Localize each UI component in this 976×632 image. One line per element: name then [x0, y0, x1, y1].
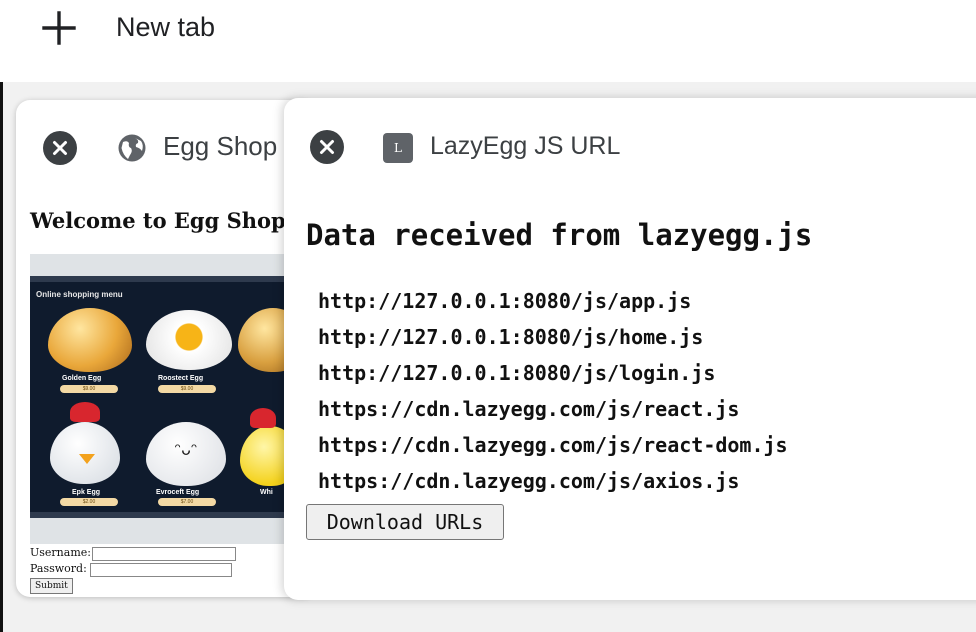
tab-card-egg-shop[interactable]: Egg Shop Welcome to Egg Shop Online shop…: [16, 100, 316, 597]
price-tag: $7.00: [158, 498, 216, 506]
new-tab-button[interactable]: New tab: [116, 12, 215, 43]
tab-title-egg-shop: Egg Shop: [163, 131, 278, 161]
product-name: Whi: [260, 489, 273, 496]
plus-icon[interactable]: [42, 11, 76, 45]
price-tag: $9.00: [60, 385, 118, 393]
page-heading: Welcome to Egg Shop: [30, 208, 286, 233]
download-urls-button[interactable]: Download URLs: [306, 504, 504, 540]
submit-button[interactable]: Submit: [30, 578, 73, 594]
close-icon[interactable]: [43, 131, 77, 165]
username-label: Username:: [30, 546, 91, 559]
url-item: https://cdn.lazyegg.com/js/axios.js: [318, 469, 740, 493]
chick-beak-image: [79, 454, 95, 464]
window-edge: [0, 0, 3, 632]
site-favicon-icon: L: [383, 133, 413, 163]
fried-egg-image: [146, 310, 232, 370]
chick-egg-image: [50, 422, 120, 484]
golden-egg-image: [48, 308, 132, 372]
page-heading: Data received from lazyegg.js: [306, 218, 813, 252]
url-item: http://127.0.0.1:8080/js/home.js: [318, 325, 704, 349]
username-input[interactable]: [92, 547, 236, 561]
egg-face-image: ᵔᴗᵔ: [174, 440, 198, 459]
menu-label: Online shopping menu: [36, 290, 123, 299]
url-item: http://127.0.0.1:8080/js/login.js: [318, 361, 716, 385]
price-tag: $9.00: [158, 385, 216, 393]
product-name: Roostect Egg: [158, 375, 204, 382]
product-name: Golden Egg: [62, 375, 102, 382]
chick-crest-image: [70, 402, 100, 422]
password-input[interactable]: [90, 563, 232, 577]
product-name: Evroceft Egg: [156, 489, 200, 496]
globe-icon: [117, 133, 147, 163]
url-item: http://127.0.0.1:8080/js/app.js: [318, 289, 692, 313]
tab-switcher-toolbar: New tab: [0, 0, 976, 82]
url-item: https://cdn.lazyegg.com/js/react-dom.js: [318, 433, 788, 457]
url-item: https://cdn.lazyegg.com/js/react.js: [318, 397, 740, 421]
tab-title-lazyegg: LazyEgg JS URL: [430, 132, 621, 160]
chick-crest-image: [250, 408, 276, 428]
shop-menu-image: Online shopping menu Golden Egg $9.00 Ro…: [30, 254, 308, 544]
price-tag: $2.00: [60, 498, 118, 506]
close-icon[interactable]: [310, 130, 344, 164]
product-name: Epk Egg: [72, 489, 101, 496]
url-list: http://127.0.0.1:8080/js/app.js http://1…: [318, 288, 788, 504]
tab-card-lazyegg[interactable]: L LazyEgg JS URL Data received from lazy…: [284, 98, 976, 600]
password-label: Password:: [30, 562, 87, 575]
shop-menu-screen: Online shopping menu Golden Egg $9.00 Ro…: [30, 276, 308, 518]
